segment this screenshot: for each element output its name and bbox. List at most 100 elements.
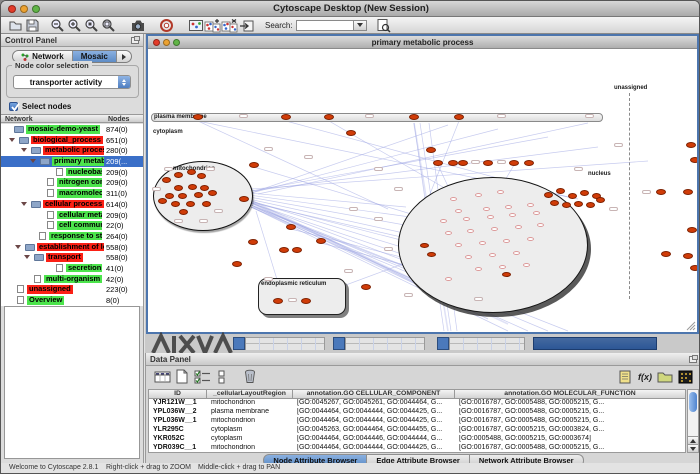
- nucleus-gene-node[interactable]: [497, 190, 504, 194]
- attribute-checklist-small-icon[interactable]: [212, 368, 232, 386]
- nucleus-gene-node[interactable]: [533, 211, 540, 215]
- expander-icon[interactable]: [21, 148, 27, 152]
- tree-row[interactable]: cellular metabo209(0): [1, 210, 143, 221]
- nucleus-gene-node[interactable]: [509, 213, 516, 217]
- expander-icon[interactable]: [15, 245, 21, 249]
- node-color-dropdown[interactable]: transporter activity: [13, 75, 131, 89]
- cluster-node[interactable]: [568, 193, 577, 199]
- tree-row[interactable]: cellular process614(0): [1, 199, 143, 210]
- merge-networks-icon[interactable]: [204, 18, 221, 33]
- table-cell[interactable]: [GO:0016787, GO:0005488, GO:0005215, G..…: [455, 408, 686, 415]
- table-cell[interactable]: plasma membrane: [207, 408, 293, 415]
- tree-row[interactable]: Overview8(0): [1, 295, 143, 306]
- table-column-header[interactable]: annotation.GO CELLULAR_COMPONENT: [293, 390, 455, 399]
- cluster-node[interactable]: [596, 197, 605, 203]
- cytoplasm-node[interactable]: [286, 224, 296, 230]
- nucleus-gene-node[interactable]: [527, 203, 534, 207]
- mitochondrion-node[interactable]: [200, 185, 209, 191]
- cytoplasm-node[interactable]: [248, 239, 258, 245]
- cytoplasm-node[interactable]: [249, 162, 259, 168]
- mitochondrion-node[interactable]: [197, 173, 206, 179]
- table-cell[interactable]: [GO:0005488, GO:0005215, GO:0003674]: [455, 435, 686, 442]
- cluster-node[interactable]: [574, 201, 583, 207]
- tree-row[interactable]: metabolic process280(0): [1, 145, 143, 156]
- mitochondrion-node[interactable]: [158, 198, 167, 204]
- table-row[interactable]: YPL036W__1mitochondrion[GO:0044464, GO:0…: [149, 417, 685, 426]
- tree-row[interactable]: response to stimulu264(0): [1, 231, 143, 242]
- unassigned-node[interactable]: [683, 253, 693, 259]
- matrix-view-icon[interactable]: [675, 368, 695, 386]
- cytoplasm-node[interactable]: [509, 160, 519, 166]
- save-icon[interactable]: [24, 18, 41, 33]
- membrane-node[interactable]: [193, 114, 203, 120]
- nucleus-gene-node[interactable]: [487, 215, 494, 219]
- function-builder-icon[interactable]: f(x): [635, 368, 655, 386]
- table-row[interactable]: YDR039C__1mitochondrion[GO:0044464, GO:0…: [149, 444, 685, 453]
- cytoplasm-node[interactable]: [279, 247, 289, 253]
- minimized-window-selected[interactable]: [533, 337, 657, 350]
- nucleus-gene-node[interactable]: [445, 231, 452, 235]
- table-row[interactable]: YKR052Ccytoplasm[GO:0044464, GO:0044446,…: [149, 435, 685, 444]
- minimized-window[interactable]: [345, 337, 425, 350]
- nucleus-gene-node[interactable]: [483, 207, 490, 211]
- cluster-node[interactable]: [562, 202, 571, 208]
- minimized-window-icon[interactable]: [437, 337, 449, 350]
- cluster-node[interactable]: [586, 202, 595, 208]
- nucleus-gene-node[interactable]: [489, 253, 496, 257]
- table-row[interactable]: YLR295Ccytoplasm[GO:0045263, GO:0044464,…: [149, 426, 685, 435]
- er-node[interactable]: [301, 298, 311, 304]
- table-cell[interactable]: [GO:0016787, GO:0005488, GO:0005215, G..…: [455, 399, 686, 406]
- unassigned-node[interactable]: [683, 189, 693, 195]
- nucleus-gene-node[interactable]: [499, 265, 506, 269]
- nucleus-node[interactable]: [502, 272, 511, 277]
- minimized-window[interactable]: [245, 337, 325, 350]
- nucleus-gene-node[interactable]: [450, 197, 457, 201]
- new-attribute-icon[interactable]: [172, 368, 192, 386]
- cytoplasm-node[interactable]: [292, 247, 302, 253]
- membrane-node[interactable]: [324, 114, 334, 120]
- nucleus-gene-node[interactable]: [475, 193, 482, 197]
- nucleus-gene-node[interactable]: [513, 251, 520, 255]
- nucleus-gene-node[interactable]: [467, 229, 474, 233]
- tree-row[interactable]: secretion41(0): [1, 263, 143, 274]
- table-cell[interactable]: YPL036W__1: [149, 417, 207, 424]
- table-cell[interactable]: YKR052C: [149, 435, 207, 442]
- table-cell[interactable]: [GO:0044464, GO:0044446, GO:0044444, G..…: [293, 435, 455, 442]
- birds-eye-view[interactable]: [4, 306, 140, 459]
- table-cell[interactable]: YLR295C: [149, 426, 207, 433]
- cytoplasm-node[interactable]: [433, 160, 443, 166]
- nucleus-gene-node[interactable]: [523, 263, 530, 267]
- cytoplasm-node[interactable]: [458, 160, 468, 166]
- float-panel-icon[interactable]: [131, 37, 139, 44]
- search-input[interactable]: [296, 20, 354, 31]
- tree-row[interactable]: nucleobase-c209(0): [1, 167, 143, 178]
- search-options-icon[interactable]: [375, 18, 392, 33]
- unassigned-node[interactable]: [690, 265, 697, 271]
- nucleus-gene-node[interactable]: [455, 243, 462, 247]
- mitochondrion-node[interactable]: [171, 201, 180, 207]
- unassigned-node[interactable]: [656, 189, 666, 195]
- table-cell[interactable]: [GO:0044464, GO:0044444, GO:0044425, G..…: [293, 417, 455, 424]
- import-attributes-icon[interactable]: [655, 368, 675, 386]
- tree-row[interactable]: unassigned223(0): [1, 284, 143, 295]
- membrane-node[interactable]: [454, 114, 464, 120]
- table-column-header[interactable]: ID: [149, 390, 207, 399]
- table-cell[interactable]: YDR039C__1: [149, 444, 207, 451]
- mitochondrion-node[interactable]: [179, 209, 188, 215]
- table-cell[interactable]: [GO:0016787, GO:0005488, GO:0005215, G..…: [455, 444, 686, 451]
- cytoplasm-node[interactable]: [346, 130, 356, 136]
- cluster-node[interactable]: [544, 192, 553, 198]
- help-icon[interactable]: [158, 18, 175, 33]
- merge-networks-alt-icon[interactable]: [221, 18, 238, 33]
- table-cell[interactable]: [GO:0045267, GO:0045261, GO:0044464, G..…: [293, 399, 455, 406]
- cytoplasm-node[interactable]: [239, 196, 249, 202]
- delete-attribute-icon[interactable]: [240, 368, 260, 386]
- minimized-window-icon[interactable]: [233, 337, 245, 350]
- unassigned-node[interactable]: [661, 251, 671, 257]
- expander-icon[interactable]: [24, 255, 30, 259]
- mitochondrion-node[interactable]: [186, 201, 195, 207]
- cytoplasm-node[interactable]: [426, 147, 436, 153]
- mitochondrion-node[interactable]: [202, 201, 211, 207]
- tree-row[interactable]: macromolecule311(0): [1, 188, 143, 199]
- tree-row[interactable]: establishment of lo558(0): [1, 242, 143, 253]
